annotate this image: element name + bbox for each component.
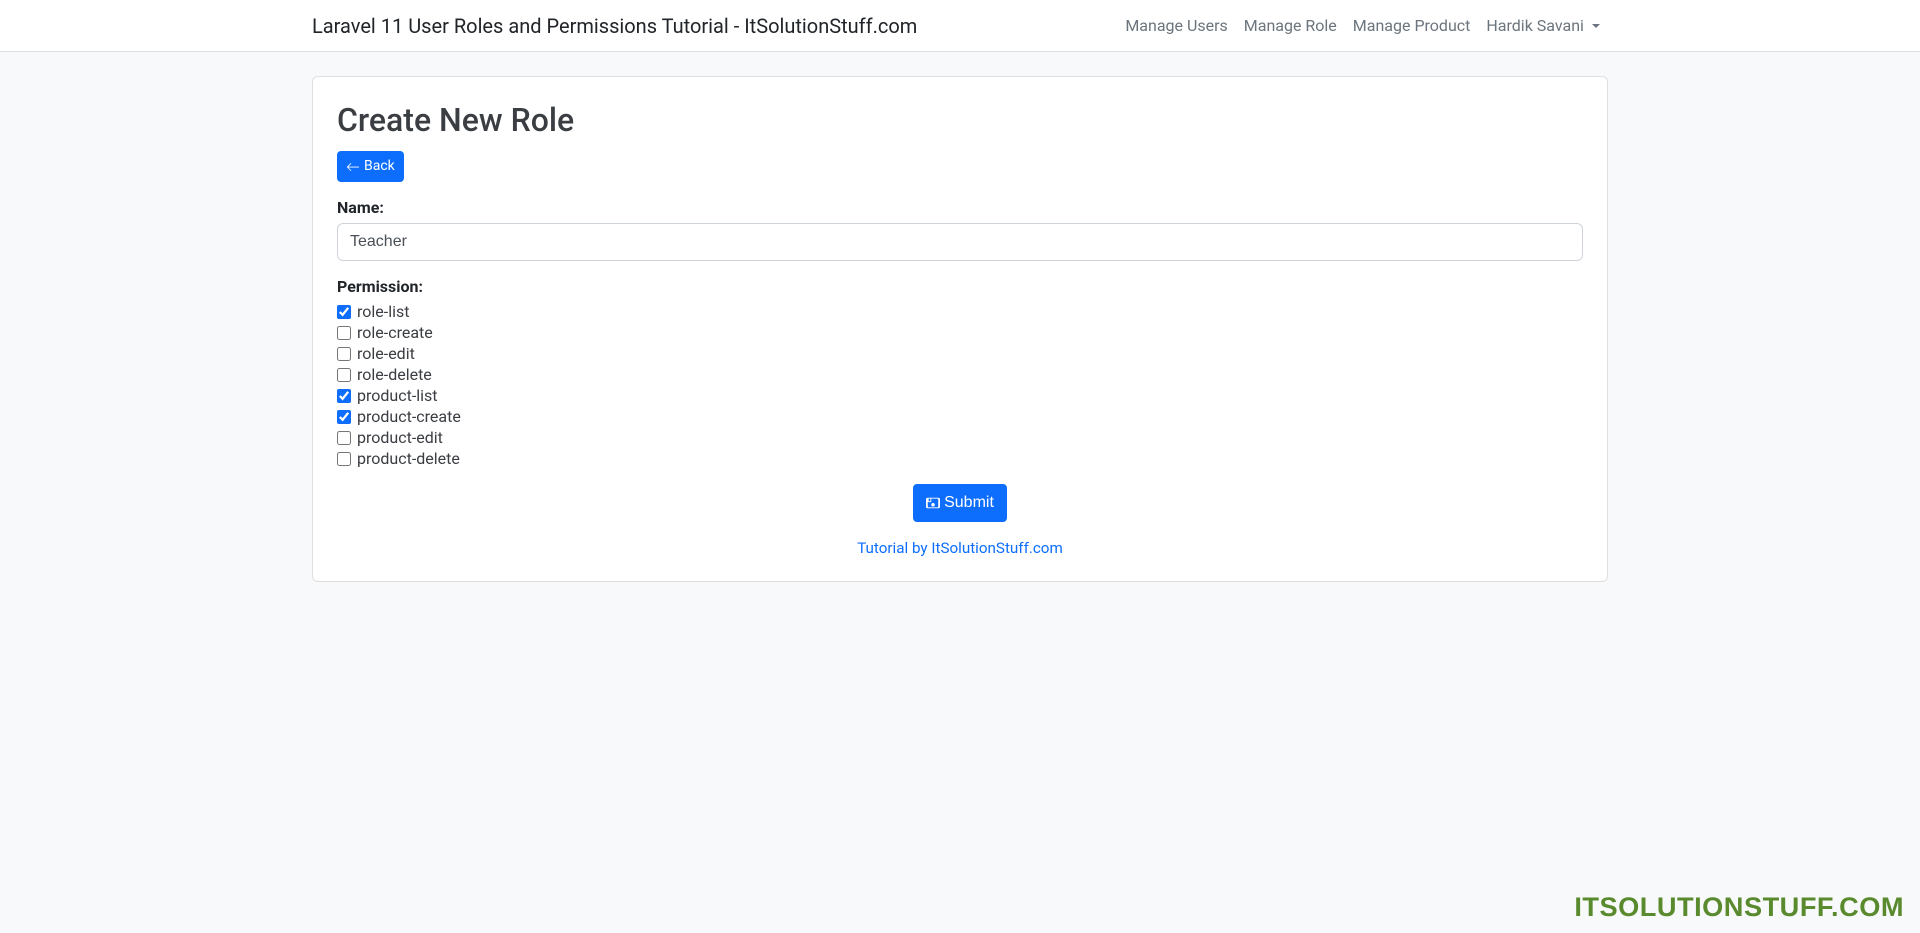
permission-item: product-list bbox=[337, 386, 1583, 405]
permission-label-text[interactable]: product-delete bbox=[357, 449, 460, 468]
permission-form-group: Permission: role-list role-create role-edi… bbox=[337, 277, 1583, 468]
permission-item: product-delete bbox=[337, 449, 1583, 468]
main-container: Create New Role Back Name: Permission: r… bbox=[300, 52, 1620, 606]
chevron-down-icon bbox=[1592, 24, 1600, 28]
name-input[interactable] bbox=[337, 223, 1583, 261]
card: Create New Role Back Name: Permission: r… bbox=[312, 76, 1608, 582]
tutorial-link-wrapper: Tutorial by ItSolutionStuff.com bbox=[337, 538, 1583, 557]
permission-item: role-list bbox=[337, 302, 1583, 321]
nav-link-manage-role[interactable]: Manage Role bbox=[1236, 8, 1345, 43]
save-icon bbox=[926, 496, 940, 510]
submit-button[interactable]: Submit bbox=[913, 484, 1007, 522]
permission-item: role-edit bbox=[337, 344, 1583, 363]
permission-checkbox-role-create[interactable] bbox=[337, 326, 351, 340]
permission-checkbox-product-create[interactable] bbox=[337, 410, 351, 424]
back-button[interactable]: Back bbox=[337, 151, 404, 182]
page-title: Create New Role bbox=[337, 101, 1583, 139]
name-form-group: Name: bbox=[337, 198, 1583, 261]
arrow-left-icon bbox=[346, 160, 360, 174]
permission-label-text[interactable]: role-list bbox=[357, 302, 409, 321]
tutorial-link[interactable]: Tutorial by ItSolutionStuff.com bbox=[857, 539, 1063, 557]
permission-label-text[interactable]: role-edit bbox=[357, 344, 415, 363]
permission-label-text[interactable]: role-delete bbox=[357, 365, 432, 384]
navbar: Laravel 11 User Roles and Permissions Tu… bbox=[0, 0, 1920, 52]
navbar-brand[interactable]: Laravel 11 User Roles and Permissions Tu… bbox=[312, 9, 917, 43]
permission-checkbox-product-delete[interactable] bbox=[337, 452, 351, 466]
permission-checkbox-product-list[interactable] bbox=[337, 389, 351, 403]
permission-checkbox-role-delete[interactable] bbox=[337, 368, 351, 382]
permission-item: product-create bbox=[337, 407, 1583, 426]
permission-item: role-delete bbox=[337, 365, 1583, 384]
permission-checkbox-role-list[interactable] bbox=[337, 305, 351, 319]
back-button-label: Back bbox=[364, 156, 395, 177]
permission-label-text[interactable]: role-create bbox=[357, 323, 433, 342]
nav-user-label: Hardik Savani bbox=[1486, 16, 1584, 35]
navbar-nav: Manage Users Manage Role Manage Product … bbox=[1117, 8, 1608, 43]
permission-label-text[interactable]: product-edit bbox=[357, 428, 443, 447]
permission-label: Permission: bbox=[337, 277, 1583, 296]
watermark: ITSOLUTIONSTUFF.COM bbox=[1574, 891, 1904, 923]
permissions-list: role-list role-create role-edit role-delete… bbox=[337, 302, 1583, 468]
submit-wrapper: Submit bbox=[337, 484, 1583, 522]
nav-link-manage-product[interactable]: Manage Product bbox=[1345, 8, 1479, 43]
permission-label-text[interactable]: product-create bbox=[357, 407, 461, 426]
nav-link-manage-users[interactable]: Manage Users bbox=[1117, 8, 1235, 43]
name-label: Name: bbox=[337, 198, 1583, 217]
nav-link-user-dropdown[interactable]: Hardik Savani bbox=[1478, 8, 1608, 43]
permission-item: product-edit bbox=[337, 428, 1583, 447]
permission-checkbox-product-edit[interactable] bbox=[337, 431, 351, 445]
permission-label-text[interactable]: product-list bbox=[357, 386, 438, 405]
permission-item: role-create bbox=[337, 323, 1583, 342]
submit-button-label: Submit bbox=[944, 491, 994, 515]
permission-checkbox-role-edit[interactable] bbox=[337, 347, 351, 361]
